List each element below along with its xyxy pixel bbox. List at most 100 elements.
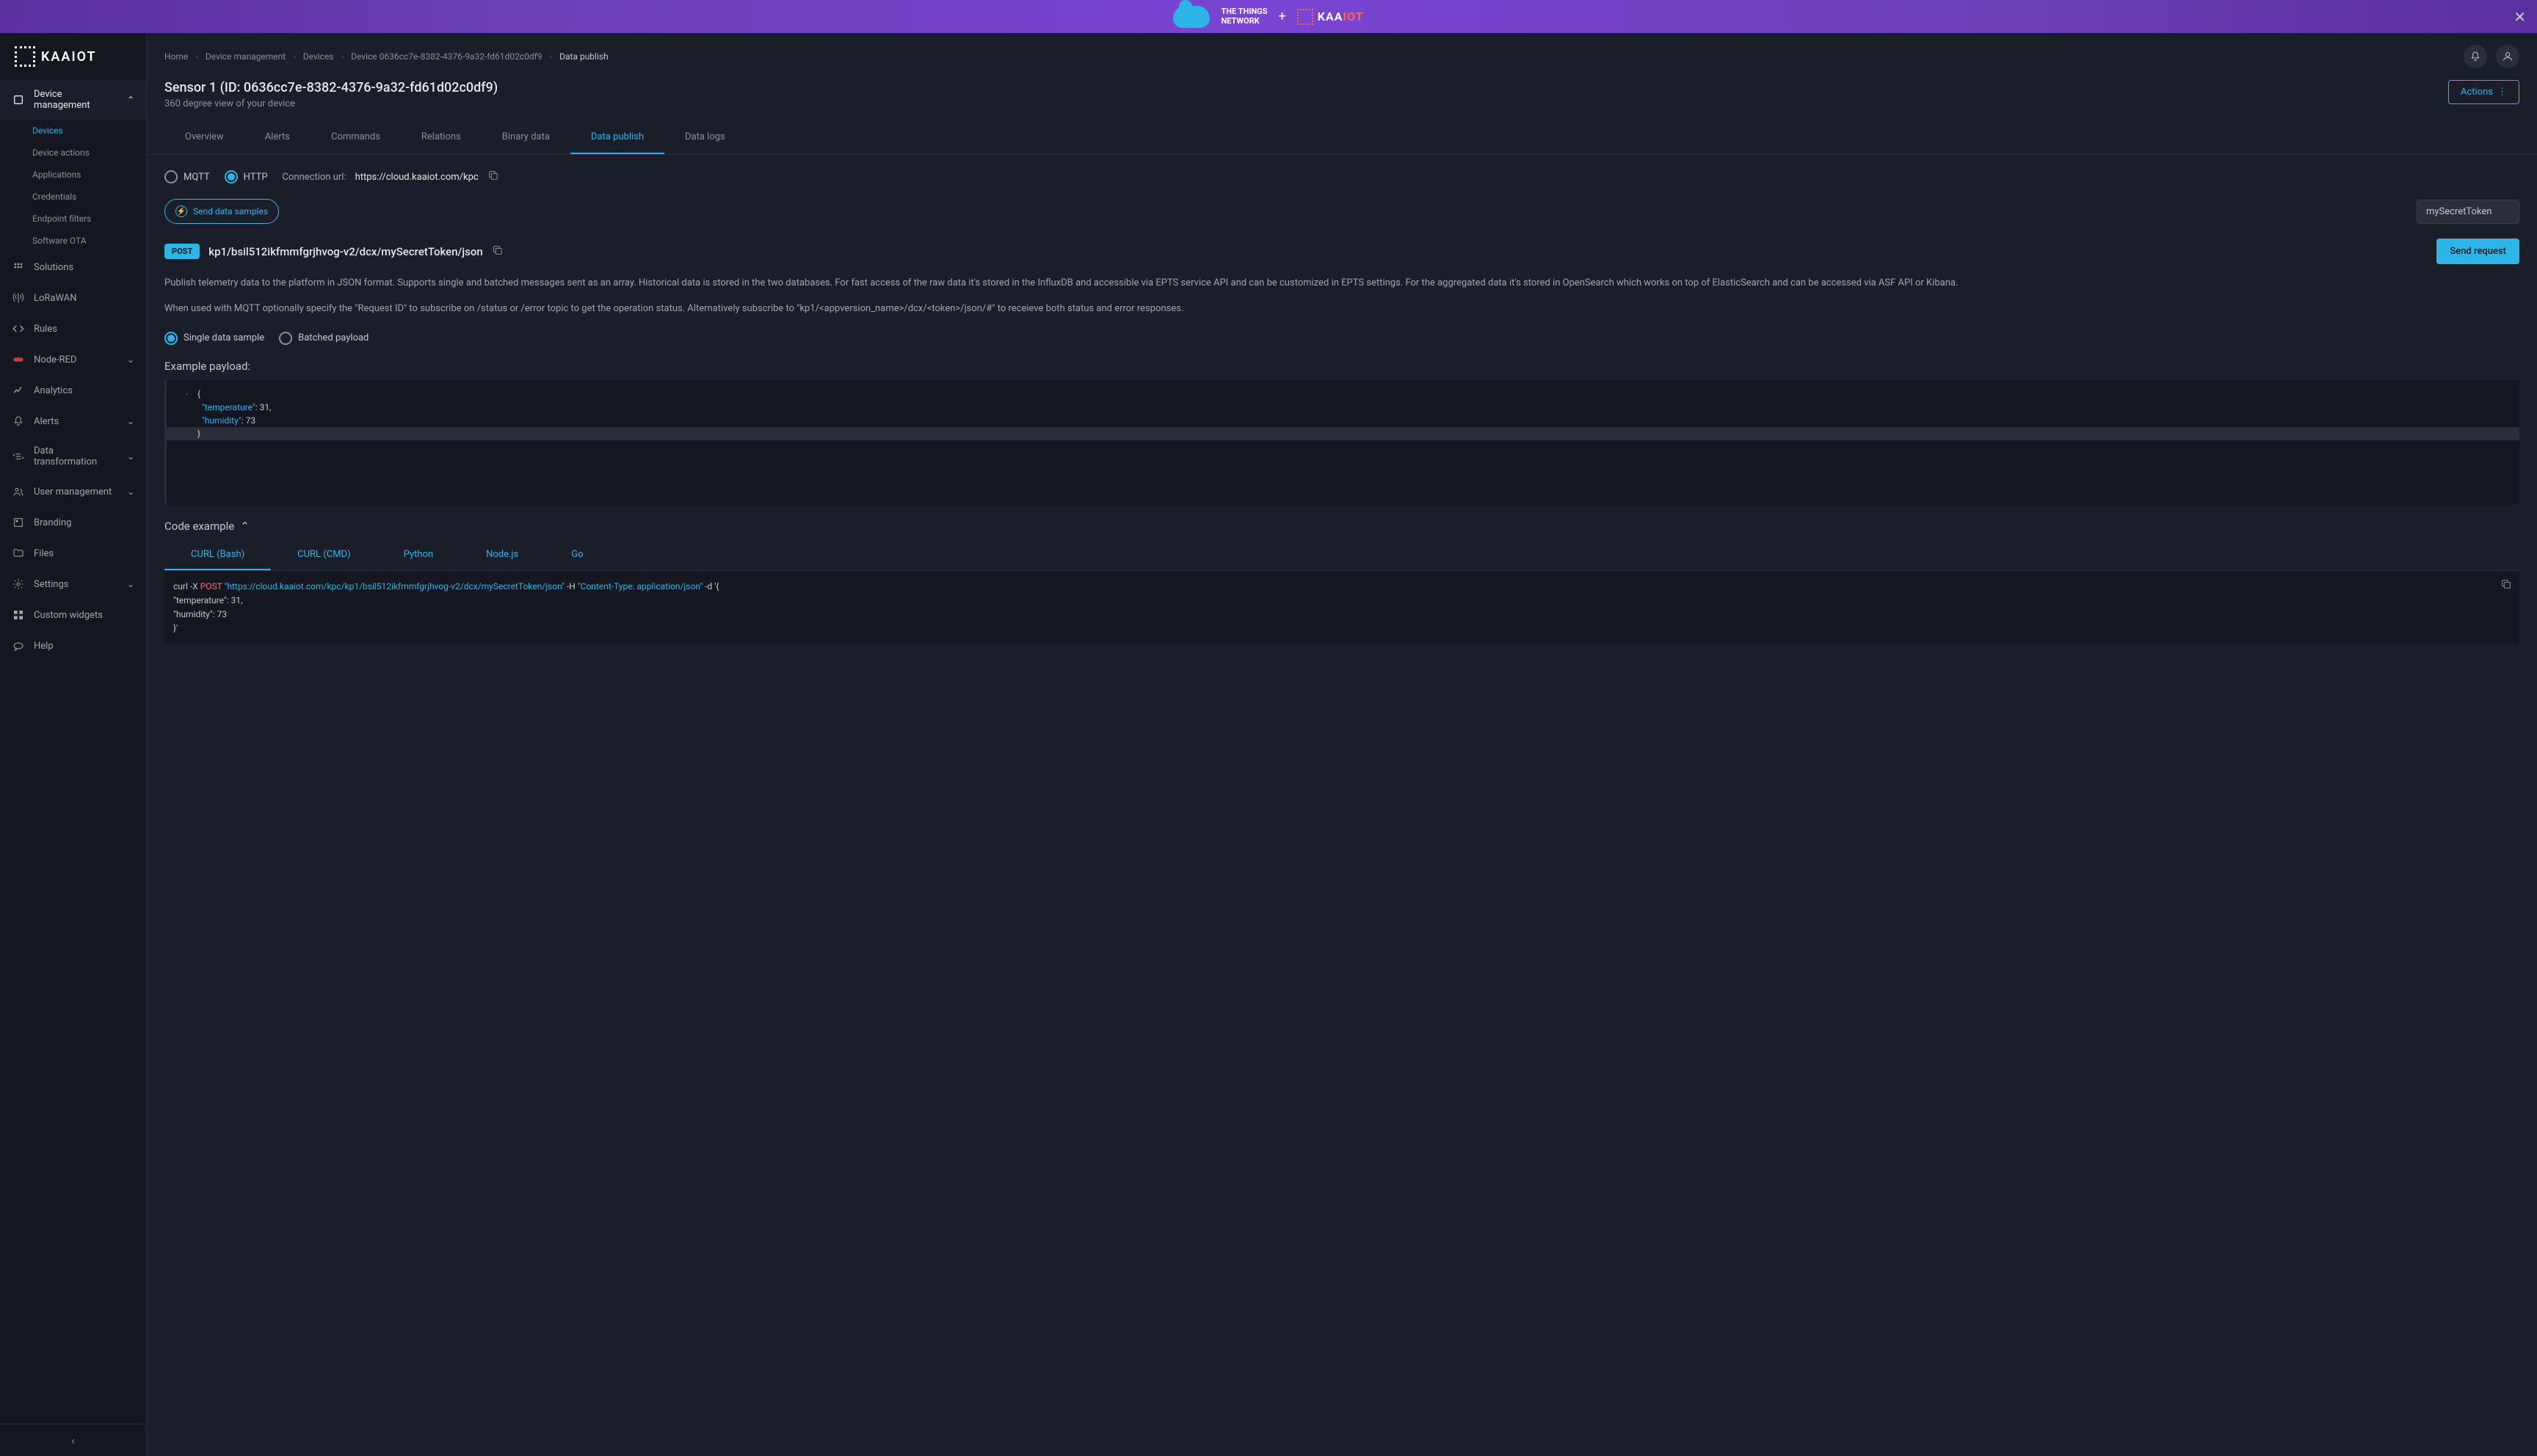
- protocol-row: MQTT HTTP Connection url: https://cloud.…: [164, 170, 2519, 184]
- sidebar-item-custom-widgets[interactable]: Custom widgets: [0, 600, 146, 630]
- branding-icon: [12, 516, 25, 529]
- close-icon[interactable]: ✕: [2514, 8, 2526, 26]
- tab-binary-data[interactable]: Binary data: [482, 121, 570, 154]
- antenna-icon: [12, 291, 25, 305]
- conn-url-label: Connection url:: [283, 172, 346, 183]
- tab-relations[interactable]: Relations: [401, 121, 482, 154]
- chevron-down-icon: ⌄: [127, 416, 134, 426]
- sidebar-nav: Device management ⌃ Devices Device actio…: [0, 80, 146, 1424]
- breadcrumb-home[interactable]: Home: [164, 51, 188, 62]
- chevron-right-icon: ›: [293, 51, 296, 62]
- description-2: When used with MQTT optionally specify t…: [164, 302, 2519, 317]
- transform-icon: [12, 450, 25, 463]
- sidebar-item-data-transformation[interactable]: Data transformation ⌄: [0, 437, 146, 476]
- breadcrumb-devices[interactable]: Devices: [303, 51, 334, 62]
- breadcrumb-device[interactable]: Device 0636cc7e-8382-4376-9a32-fd61d02c0…: [351, 51, 542, 62]
- subtab-curl-cmd[interactable]: CURL (CMD): [271, 540, 377, 570]
- ttn-logo-text: THE THINGS NETWORK: [1221, 7, 1267, 25]
- tab-data-publish[interactable]: Data publish: [570, 121, 664, 154]
- logo-icon: [15, 46, 35, 67]
- page-subtitle: 360 degree view of your device: [164, 98, 498, 109]
- nav-label: LoRaWAN: [34, 293, 77, 304]
- radio-http[interactable]: HTTP: [225, 170, 268, 183]
- copy-icon[interactable]: [492, 244, 504, 259]
- main-content: Home › Device management › Devices › Dev…: [147, 33, 2537, 1456]
- subtab-python[interactable]: Python: [377, 540, 460, 570]
- nav-label: Custom widgets: [34, 610, 103, 621]
- sidebar-item-analytics[interactable]: Analytics: [0, 375, 146, 406]
- http-method-badge: POST: [164, 244, 200, 259]
- radio-icon: [164, 170, 178, 183]
- sidebar-item-endpoint-filters[interactable]: Endpoint filters: [0, 208, 146, 230]
- sidebar-item-software-ota[interactable]: Software OTA: [0, 230, 146, 252]
- copy-icon[interactable]: [487, 170, 499, 184]
- nav-label: Solutions: [34, 262, 73, 273]
- users-icon: [12, 485, 25, 498]
- sidebar-item-node-red[interactable]: Node-RED ⌄: [0, 344, 146, 375]
- sidebar-item-credentials[interactable]: Credentials: [0, 186, 146, 208]
- chevron-right-icon: ›: [341, 51, 344, 62]
- breadcrumb-dm[interactable]: Device management: [206, 51, 286, 62]
- banner-content: THE THINGS NETWORK + KAAIOT: [1173, 6, 1363, 28]
- radio-label: Single data sample: [184, 332, 264, 343]
- grid-icon: [12, 261, 25, 274]
- bell-icon: [12, 415, 25, 428]
- send-data-samples-button[interactable]: ⚡ Send data samples: [164, 199, 279, 224]
- tab-alerts[interactable]: Alerts: [244, 121, 311, 154]
- nav-label: Alerts: [34, 416, 59, 427]
- tab-data-logs[interactable]: Data logs: [664, 121, 746, 154]
- copy-icon[interactable]: [2500, 578, 2512, 594]
- collapse-sidebar-button[interactable]: ‹: [0, 1424, 146, 1456]
- nav-label: Help: [34, 641, 54, 652]
- sidebar-item-solutions[interactable]: Solutions: [0, 252, 146, 283]
- conn-url-value: https://cloud.kaaiot.com/kpc: [355, 172, 479, 183]
- subtab-go[interactable]: Go: [545, 540, 609, 570]
- sidebar-item-alerts[interactable]: Alerts ⌄: [0, 406, 146, 437]
- sidebar-item-settings[interactable]: Settings ⌄: [0, 569, 146, 600]
- app-logo[interactable]: KAAIOT: [0, 33, 146, 80]
- nav-label: Device management: [34, 89, 118, 111]
- help-icon: [12, 639, 25, 652]
- code-example-toggle[interactable]: Code example ⌃: [164, 520, 2519, 533]
- radio-single-sample[interactable]: Single data sample: [164, 332, 264, 345]
- radio-mqtt[interactable]: MQTT: [164, 170, 210, 183]
- sidebar-item-device-actions[interactable]: Device actions: [0, 142, 146, 164]
- bell-icon: [2469, 51, 2481, 62]
- sidebar-item-files[interactable]: Files: [0, 538, 146, 569]
- folder-icon: [12, 547, 25, 560]
- nav-label: Rules: [34, 324, 57, 335]
- profile-button[interactable]: [2496, 45, 2519, 68]
- node-red-icon: [12, 353, 25, 366]
- plus-icon: +: [1279, 9, 1286, 24]
- token-input[interactable]: [2417, 200, 2519, 224]
- radio-batched-payload[interactable]: Batched payload: [279, 332, 369, 345]
- subtab-nodejs[interactable]: Node.js: [460, 540, 545, 570]
- chevron-down-icon: ⌄: [127, 451, 134, 462]
- subtab-curl-bash[interactable]: CURL (Bash): [164, 540, 271, 570]
- sidebar: KAAIOT Device management ⌃ Devices Devic…: [0, 33, 147, 1456]
- endpoint-row: POST kp1/bsil512ikfmmfgrjhvog-v2/dcx/myS…: [164, 239, 2519, 264]
- actions-button[interactable]: Actions ⋮: [2448, 80, 2519, 104]
- radio-label: Batched payload: [298, 332, 369, 343]
- nav-label: Data transformation: [34, 445, 118, 467]
- payload-editor[interactable]: ⌄{ "temperature": 31, "humidity": 73 }: [164, 380, 2519, 505]
- sidebar-item-rules[interactable]: Rules: [0, 313, 146, 344]
- sidebar-item-lorawan[interactable]: LoRaWAN: [0, 283, 146, 313]
- chevron-right-icon: ›: [195, 51, 198, 62]
- notifications-button[interactable]: [2464, 45, 2487, 68]
- description-1: Publish telemetry data to the platform i…: [164, 276, 2519, 291]
- sidebar-item-device-management[interactable]: Device management ⌃: [0, 80, 146, 120]
- tab-commands[interactable]: Commands: [311, 121, 401, 154]
- device-tabs: Overview Alerts Commands Relations Binar…: [147, 121, 2537, 155]
- sidebar-item-applications[interactable]: Applications: [0, 164, 146, 186]
- user-icon: [2502, 51, 2514, 62]
- sidebar-item-branding[interactable]: Branding: [0, 507, 146, 538]
- sidebar-item-devices[interactable]: Devices: [0, 120, 146, 142]
- tab-overview[interactable]: Overview: [164, 121, 244, 154]
- send-request-button[interactable]: Send request: [2436, 239, 2519, 264]
- sidebar-item-help[interactable]: Help: [0, 630, 146, 661]
- chevron-down-icon: ⌄: [127, 579, 134, 589]
- sidebar-item-user-management[interactable]: User management ⌄: [0, 476, 146, 507]
- nav-label: User management: [34, 487, 112, 498]
- endpoint-path: kp1/bsil512ikfmmfgrjhvog-v2/dcx/mySecret…: [208, 245, 482, 258]
